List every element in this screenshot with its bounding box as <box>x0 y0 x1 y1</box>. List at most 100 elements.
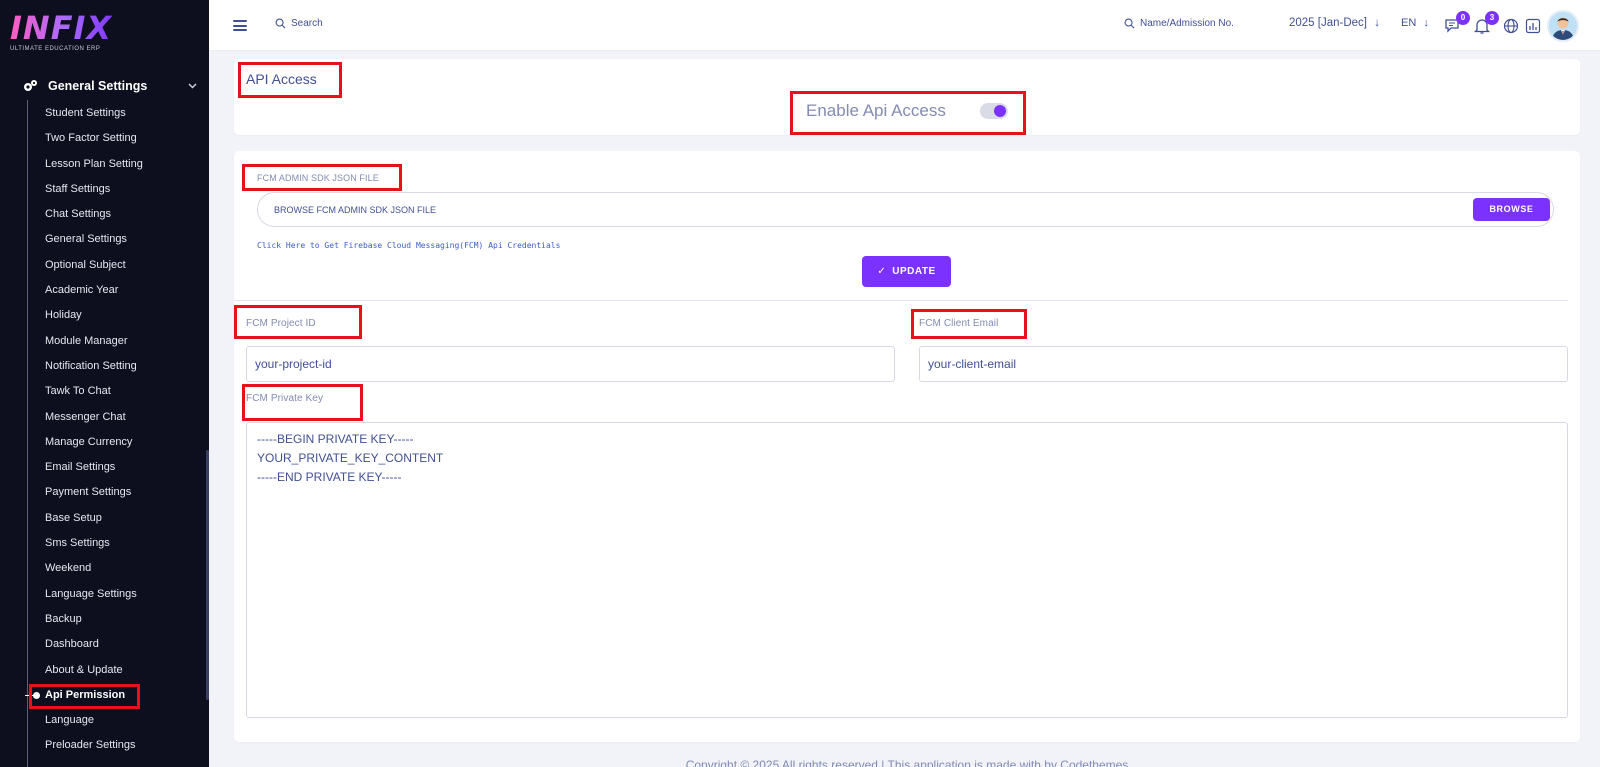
sidebar-scrollbar[interactable] <box>206 450 209 700</box>
sidebar-item-student-settings[interactable]: Student Settings <box>0 101 209 126</box>
chat-count-badge: 0 <box>1456 11 1470 25</box>
fcm-client-email-input[interactable] <box>919 346 1568 382</box>
hamburger-menu-icon[interactable] <box>233 20 247 31</box>
sidebar-item-label: Lesson Plan Setting <box>45 157 143 170</box>
chevron-down-icon <box>188 81 197 92</box>
sidebar-item-email-settings[interactable]: Email Settings <box>0 455 209 480</box>
sidebar-item-sms-settings[interactable]: Sms Settings <box>0 531 209 556</box>
sidebar-item-two-factor-setting[interactable]: Two Factor Setting <box>0 126 209 151</box>
sidebar-group-general-settings[interactable]: General Settings <box>22 76 197 96</box>
sidebar-item-lesson-plan-setting[interactable]: Lesson Plan Setting <box>0 152 209 177</box>
website-button[interactable] <box>1502 17 1520 35</box>
sidebar-item-language-settings[interactable]: Language Settings <box>0 582 209 607</box>
chart-icon <box>1525 18 1541 34</box>
sidebar-item-language[interactable]: Language <box>0 708 209 733</box>
sidebar-item-label: Base Setup <box>45 511 102 524</box>
sidebar-item-label: Student Settings <box>45 107 126 119</box>
highlight-box-client-email <box>911 309 1027 339</box>
arrow-down-icon: ↓ <box>1374 17 1380 29</box>
sidebar-item-label: Messenger Chat <box>45 410 126 423</box>
sidebar-item-notification-setting[interactable]: Notification Setting <box>0 354 209 379</box>
sidebar-item-module-manager[interactable]: Module Manager <box>0 329 209 354</box>
fcm-project-id-input[interactable] <box>246 346 895 382</box>
checkmark-icon: ✓ <box>877 266 887 277</box>
browse-button[interactable]: BROWSE <box>1473 198 1550 221</box>
name-search-label: Name/Admission No. <box>1140 18 1234 29</box>
sidebar-item-label: Two Factor Setting <box>45 132 137 145</box>
language-selector[interactable]: EN ↓ <box>1401 17 1429 29</box>
sidebar-item-dashboard[interactable]: Dashboard <box>0 632 209 657</box>
academic-year-label: 2025 [Jan-Dec] <box>1289 17 1367 29</box>
sidebar-item-label: Tawk To Chat <box>45 385 111 398</box>
notification-count-badge: 3 <box>1485 11 1499 25</box>
sidebar-item-about-and-update[interactable]: About & Update <box>0 658 209 683</box>
gears-icon <box>22 78 38 94</box>
update-label: UPDATE <box>892 266 936 277</box>
sidebar: INFIX ULTIMATE EDUCATION ERP General Set… <box>0 0 209 767</box>
sidebar-item-staff-settings[interactable]: Staff Settings <box>0 177 209 202</box>
sidebar-item-holiday[interactable]: Holiday <box>0 303 209 328</box>
academic-year-selector[interactable]: 2025 [Jan-Dec] ↓ <box>1289 17 1380 29</box>
logo[interactable]: INFIX ULTIMATE EDUCATION ERP <box>10 12 120 56</box>
sidebar-item-manage-currency[interactable]: Manage Currency <box>0 430 209 455</box>
sidebar-item-label: Holiday <box>45 309 82 322</box>
sidebar-item-label: Chat Settings <box>45 208 112 221</box>
sidebar-item-backup[interactable]: Backup <box>0 607 209 632</box>
sidebar-item-label: Language <box>45 714 94 727</box>
sidebar-item-preloader-settings[interactable]: Preloader Settings <box>0 733 209 758</box>
arrow-down-icon: ↓ <box>1423 17 1429 29</box>
report-button[interactable] <box>1524 17 1542 35</box>
topbar: Search Name/Admission No. 2025 [Jan-Dec]… <box>209 0 1600 51</box>
sidebar-item-general-settings[interactable]: General Settings <box>0 227 209 252</box>
sidebar-item-label: Module Manager <box>45 334 128 347</box>
sidebar-item-chat-settings[interactable]: Chat Settings <box>0 202 209 227</box>
search-box[interactable]: Search <box>275 18 323 29</box>
notification-button[interactable]: 3 <box>1473 11 1499 35</box>
sidebar-item-label: Academic Year <box>45 284 119 297</box>
search-icon <box>275 18 286 29</box>
highlight-box-json-label <box>242 164 402 191</box>
globe-icon <box>1503 18 1519 34</box>
sidebar-item-base-setup[interactable]: Base Setup <box>0 506 209 531</box>
highlight-box-private-key <box>242 384 363 421</box>
search-icon <box>1124 18 1135 29</box>
highlight-box-enable-api <box>790 91 1026 135</box>
footer-copyright: Copyright © 2025 All rights reserved | T… <box>685 758 1129 767</box>
sidebar-group-label: General Settings <box>48 79 148 93</box>
fcm-json-file-input[interactable] <box>257 192 1554 227</box>
highlight-box-api-title <box>238 62 342 98</box>
section-divider <box>234 300 1568 301</box>
sidebar-item-label: Backup <box>45 612 82 625</box>
logo-text: INFIX <box>10 12 120 44</box>
update-button[interactable]: ✓ UPDATE <box>862 256 951 287</box>
sidebar-item-label: Weekend <box>45 562 92 575</box>
sidebar-item-messenger-chat[interactable]: Messenger Chat <box>0 405 209 430</box>
search-label: Search <box>291 18 323 29</box>
sidebar-item-label: Notification Setting <box>45 359 137 372</box>
sidebar-item-label: Optional Subject <box>45 258 126 271</box>
fcm-credentials-link[interactable]: Click Here to Get Firebase Cloud Messagi… <box>257 241 560 250</box>
sidebar-item-label: Manage Currency <box>45 435 133 448</box>
avatar[interactable] <box>1547 10 1579 42</box>
sidebar-item-payment-settings[interactable]: Payment Settings <box>0 480 209 505</box>
sidebar-item-label: Staff Settings <box>45 182 111 195</box>
sidebar-item-label: Payment Settings <box>45 486 132 499</box>
highlight-box-project-id <box>234 305 362 339</box>
chat-button[interactable]: 0 <box>1444 11 1470 35</box>
sidebar-nav-list: Student Settings Two Factor Setting Lesson… <box>0 101 209 759</box>
sidebar-item-weekend[interactable]: Weekend <box>0 556 209 581</box>
sidebar-item-label: Email Settings <box>45 461 116 474</box>
sidebar-item-label: General Settings <box>45 233 127 246</box>
language-label: EN <box>1401 17 1417 29</box>
user-avatar-icon <box>1549 12 1577 40</box>
sidebar-item-label: Sms Settings <box>45 537 110 550</box>
sidebar-item-tawk-to-chat[interactable]: Tawk To Chat <box>0 379 209 404</box>
fcm-private-key-textarea[interactable]: -----BEGIN PRIVATE KEY----- YOUR_PRIVATE… <box>246 422 1568 718</box>
highlight-box-api-permission <box>29 684 140 709</box>
sidebar-item-optional-subject[interactable]: Optional Subject <box>0 253 209 278</box>
sidebar-item-label: About & Update <box>45 663 123 676</box>
sidebar-item-academic-year[interactable]: Academic Year <box>0 278 209 303</box>
fcm-json-file-placeholder: BROWSE FCM ADMIN SDK JSON FILE <box>274 205 437 215</box>
name-admission-search[interactable]: Name/Admission No. <box>1124 18 1234 29</box>
sidebar-item-label: Preloader Settings <box>45 739 136 752</box>
